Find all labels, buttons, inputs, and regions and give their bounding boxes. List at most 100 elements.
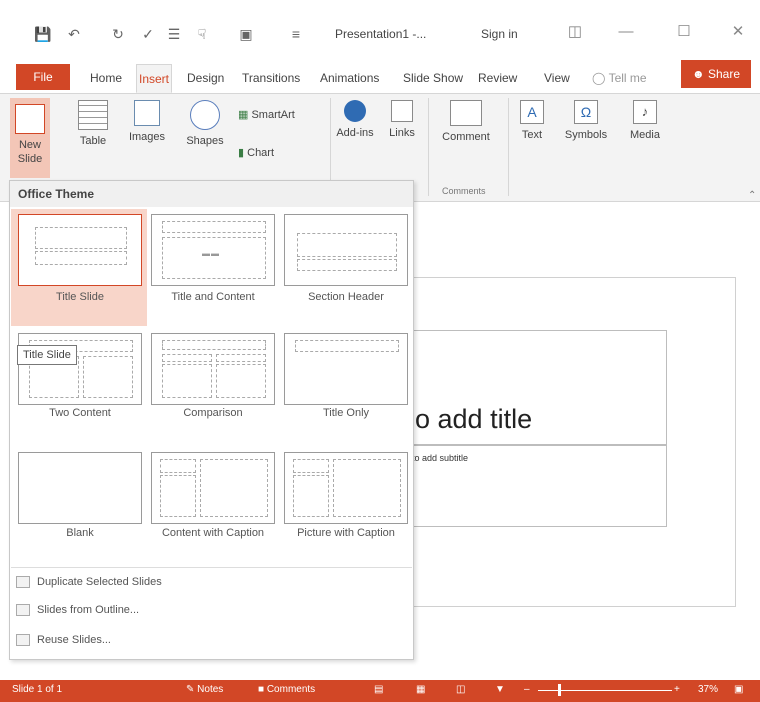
table-button[interactable]: Table — [72, 100, 114, 148]
comment-bubble-icon: ■ — [258, 684, 265, 695]
share-label: Share — [707, 67, 740, 81]
layout-label: Comparison — [183, 407, 243, 419]
tab-animations[interactable]: Animations — [318, 66, 381, 90]
collapse-ribbon-icon[interactable]: ⌃ — [748, 190, 756, 201]
layout-title-only[interactable] — [284, 333, 408, 405]
media-button[interactable]: ♪ Media — [624, 100, 666, 142]
quick-layout-icon[interactable]: ☰ — [166, 26, 182, 42]
symbols-button[interactable]: Ω Symbols — [562, 100, 610, 142]
tab-review[interactable]: Review — [476, 66, 519, 90]
text-button[interactable]: A Text — [516, 100, 548, 142]
comments-group-label: Comments — [442, 186, 486, 196]
tell-me-label: Tell me — [608, 71, 647, 85]
shapes-icon — [190, 100, 220, 130]
images-icon — [134, 100, 160, 126]
tab-home[interactable]: Home — [88, 66, 124, 90]
format-painter-icon[interactable]: ✓ — [140, 26, 156, 42]
layout-title-slide[interactable] — [18, 214, 142, 286]
text-box-icon: A — [520, 100, 544, 124]
tab-design[interactable]: Design — [185, 66, 226, 90]
layout-comparison[interactable] — [151, 333, 275, 405]
chart-button[interactable]: ▮ Chart — [238, 146, 274, 159]
placeholder-glyph: ▬▬ — [202, 249, 220, 258]
addins-button[interactable]: Add-ins — [336, 100, 374, 140]
images-button[interactable]: Images — [126, 100, 168, 144]
minimize-button[interactable]: — — [614, 22, 638, 42]
save-icon[interactable]: 💾 — [34, 26, 51, 42]
menu-item-label: Slides from Outline... — [37, 604, 140, 616]
title-placeholder-text: o add title — [415, 404, 533, 434]
layout-label: Content with Caption — [161, 527, 265, 539]
shapes-label: Shapes — [186, 135, 224, 147]
reading-view-icon[interactable]: ◫ — [456, 684, 465, 695]
layout-title-and-content[interactable]: ▬▬ — [151, 214, 275, 286]
layout-two-content[interactable] — [18, 333, 142, 405]
undo-icon[interactable]: ↶ — [66, 26, 82, 42]
outline-icon — [16, 604, 30, 617]
smartart-button[interactable]: ▦ SmartArt — [238, 108, 295, 121]
addins-icon — [344, 100, 366, 122]
comment-button[interactable]: Comment — [436, 100, 496, 144]
ribbon-display-options-icon[interactable]: ◫ — [563, 22, 587, 42]
tab-transitions[interactable]: Transitions — [240, 66, 302, 90]
normal-view-icon[interactable]: ▤ — [374, 684, 383, 695]
table-label: Table — [79, 135, 107, 147]
links-button[interactable]: Links — [384, 100, 420, 140]
media-label: Media — [630, 129, 660, 141]
tell-me-box[interactable]: ◯ Tell me — [590, 66, 649, 90]
smartart-icon: ▦ — [238, 109, 249, 121]
redo-icon[interactable]: ↻ — [110, 26, 126, 42]
customize-qat-icon[interactable]: ≡ — [288, 26, 304, 42]
notes-label: Notes — [197, 684, 224, 695]
zoom-slider-thumb[interactable] — [558, 684, 561, 696]
notes-icon: ✎ — [186, 684, 195, 695]
zoom-out-icon[interactable]: – — [524, 684, 530, 695]
reuse-icon — [16, 634, 30, 647]
slide-sorter-icon[interactable]: ▦ — [416, 684, 425, 695]
maximize-button[interactable]: ☐ — [672, 22, 696, 42]
layout-label: Picture with Caption — [297, 527, 395, 539]
share-button[interactable]: ☻ Share — [681, 60, 751, 88]
tab-slide-show[interactable]: Slide Show — [401, 66, 465, 90]
tab-view[interactable]: View — [542, 66, 572, 90]
layout-label: Two Content — [49, 407, 111, 419]
speaker-icon: ♪ — [633, 100, 657, 124]
layout-label: Title Slide — [56, 291, 104, 303]
sign-in-link[interactable]: Sign in — [481, 27, 518, 41]
table-icon — [78, 100, 108, 130]
layout-label: Title Only — [322, 407, 370, 419]
text-label: Text — [521, 129, 543, 141]
menu-item-label: Reuse Slides... — [37, 634, 111, 646]
zoom-level[interactable]: 37% — [698, 684, 718, 695]
tab-file[interactable]: File — [16, 64, 70, 90]
layout-section-header[interactable] — [284, 214, 408, 286]
gallery-header: Office Theme — [10, 181, 413, 207]
links-icon — [391, 100, 413, 122]
comments-label: Comments — [266, 684, 316, 695]
shapes-button[interactable]: Shapes — [180, 100, 230, 148]
layout-content-with-caption[interactable] — [151, 452, 275, 524]
person-icon: ☻ — [691, 67, 705, 81]
close-button[interactable]: ✕ — [726, 22, 750, 42]
present-icon[interactable]: ▣ — [238, 26, 254, 42]
layout-picture-with-caption[interactable] — [284, 452, 408, 524]
new-slide-icon — [15, 104, 45, 134]
comments-button[interactable]: ■ Comments — [258, 684, 315, 695]
ribbon-separator — [508, 98, 509, 196]
slides-from-outline-menu-item[interactable]: Slides from Outline... — [16, 604, 140, 617]
layout-blank[interactable] — [18, 452, 142, 524]
pointer-icon[interactable]: ☟ — [194, 26, 210, 42]
ribbon-separator — [428, 98, 429, 196]
fit-to-window-icon[interactable]: ▣ — [734, 684, 743, 695]
smartart-label: SmartArt — [251, 109, 295, 121]
new-slide-button[interactable]: New Slide — [10, 98, 50, 178]
notes-button[interactable]: ✎ Notes — [186, 684, 223, 695]
chart-icon: ▮ — [238, 147, 245, 159]
zoom-in-icon[interactable]: + — [674, 684, 680, 695]
duplicate-slides-menu-item[interactable]: Duplicate Selected Slides — [16, 576, 162, 589]
reuse-slides-menu-item[interactable]: Reuse Slides... — [16, 634, 111, 647]
symbols-label: Symbols — [564, 129, 608, 141]
slide-show-icon[interactable]: ▼ — [495, 684, 505, 695]
tab-insert[interactable]: Insert — [136, 64, 173, 93]
window-title: Presentation1 -... — [335, 27, 427, 41]
